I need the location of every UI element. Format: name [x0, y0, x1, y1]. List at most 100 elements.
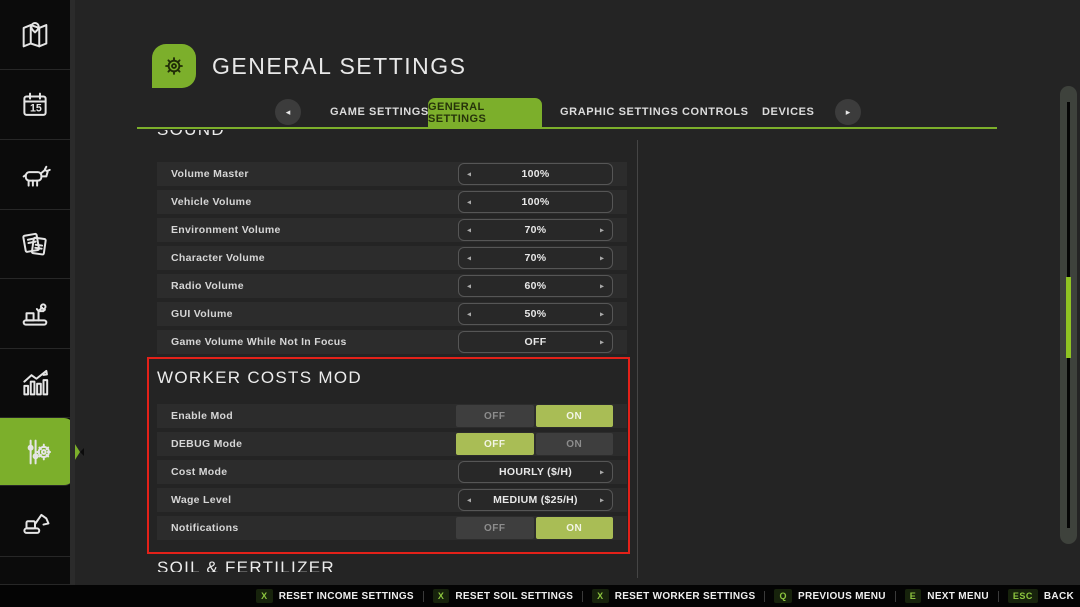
enable-mod-off-button[interactable]: OFF	[456, 405, 534, 427]
key-badge: ESC	[1008, 589, 1038, 603]
sidebar-item-contracts[interactable]	[0, 210, 70, 279]
tabs-next-button[interactable]: ▸	[835, 99, 861, 125]
section-title-soil-fertilizer: SOIL & FERTILIZER	[157, 558, 335, 572]
environment-volume-stepper[interactable]: ◂ 70% ▸	[458, 219, 613, 241]
tab-underline	[137, 127, 997, 129]
stepper-increase-icon[interactable]: ▸	[600, 226, 604, 235]
stepper-decrease-icon[interactable]: ◂	[467, 226, 471, 235]
statistics-icon	[18, 366, 52, 400]
debug-mode-toggle: OFF ON	[456, 433, 613, 455]
sidebar-item-settings[interactable]	[0, 418, 74, 486]
page-scrollbar[interactable]	[1060, 86, 1077, 544]
hint-separator	[998, 591, 999, 602]
settings-scroll-area[interactable]: SOUND Volume Master ◂ 100% Vehicle Volum…	[145, 130, 642, 572]
tab-controls[interactable]: CONTROLS	[682, 106, 749, 118]
chevron-left-icon: ◂	[286, 107, 291, 118]
calendar-icon: 15	[18, 88, 52, 122]
stepper-increase-icon[interactable]: ▸	[600, 338, 604, 347]
stepper-value: OFF	[525, 336, 547, 348]
sidebar-item-construction[interactable]	[0, 488, 70, 557]
active-item-notch	[80, 448, 84, 456]
radio-volume-stepper[interactable]: ◂ 60% ▸	[458, 275, 613, 297]
setting-label: Radio Volume	[171, 280, 244, 292]
production-icon	[18, 297, 52, 331]
setting-row-notifications: Notifications OFF ON	[157, 516, 627, 540]
hint-label: BACK	[1044, 591, 1074, 602]
notifications-toggle: OFF ON	[456, 517, 613, 539]
setting-row-vehicle-volume: Vehicle Volume ◂ 100%	[157, 190, 627, 214]
notifications-on-button[interactable]: ON	[536, 517, 614, 539]
stepper-increase-icon[interactable]: ▸	[600, 468, 604, 477]
hint-next-menu[interactable]: E NEXT MENU	[905, 589, 989, 603]
stepper-decrease-icon[interactable]: ◂	[467, 254, 471, 263]
stepper-increase-icon[interactable]: ▸	[600, 282, 604, 291]
stepper-decrease-icon[interactable]: ◂	[467, 198, 471, 207]
game-volume-focus-stepper[interactable]: OFF ▸	[458, 331, 613, 353]
stepper-decrease-icon[interactable]: ◂	[467, 496, 471, 505]
section-title-worker-costs-mod: WORKER COSTS MOD	[157, 368, 362, 388]
debug-mode-off-button[interactable]: OFF	[456, 433, 534, 455]
cost-mode-stepper[interactable]: HOURLY ($/H) ▸	[458, 461, 613, 483]
tab-devices[interactable]: DEVICES	[762, 106, 815, 118]
stepper-increase-icon[interactable]: ▸	[600, 310, 604, 319]
setting-label: Wage Level	[171, 494, 231, 506]
gui-volume-stepper[interactable]: ◂ 50% ▸	[458, 303, 613, 325]
tab-general-settings[interactable]: GENERAL SETTINGS	[428, 98, 542, 128]
tab-game-settings[interactable]: GAME SETTINGS	[330, 106, 429, 118]
excavator-icon	[18, 505, 52, 539]
setting-row-environment-volume: Environment Volume ◂ 70% ▸	[157, 218, 627, 242]
tabs-prev-button[interactable]: ◂	[275, 99, 301, 125]
page-icon-bubble	[152, 44, 196, 88]
documents-icon	[18, 227, 52, 261]
sidebar-item-partial[interactable]	[0, 557, 70, 585]
stepper-value: 60%	[525, 280, 547, 292]
setting-label: Notifications	[171, 522, 238, 534]
stepper-increase-icon[interactable]: ▸	[600, 496, 604, 505]
stepper-decrease-icon[interactable]: ◂	[467, 170, 471, 179]
setting-row-enable-mod: Enable Mod OFF ON	[157, 404, 627, 428]
stepper-decrease-icon[interactable]: ◂	[467, 282, 471, 291]
stepper-value: 70%	[525, 224, 547, 236]
hint-separator	[895, 591, 896, 602]
content-scrollbar-track[interactable]	[637, 140, 638, 578]
setting-label: Enable Mod	[171, 410, 233, 422]
stepper-decrease-icon[interactable]: ◂	[467, 310, 471, 319]
stepper-value: 100%	[521, 168, 549, 180]
sidebar-item-production[interactable]	[0, 279, 70, 349]
sidebar-item-map[interactable]	[0, 0, 70, 70]
scrollbar-thumb[interactable]	[1066, 277, 1071, 358]
sidebar: 15	[0, 0, 70, 585]
vehicle-volume-stepper[interactable]: ◂ 100%	[458, 191, 613, 213]
hint-reset-income-settings[interactable]: X RESET INCOME SETTINGS	[256, 589, 414, 603]
stepper-increase-icon[interactable]: ▸	[600, 254, 604, 263]
tab-graphic-settings[interactable]: GRAPHIC SETTINGS	[560, 106, 678, 118]
setting-label: Vehicle Volume	[171, 196, 251, 208]
hint-label: RESET WORKER SETTINGS	[615, 591, 756, 602]
debug-mode-on-button[interactable]: ON	[536, 433, 614, 455]
settings-sliders-icon	[20, 435, 54, 469]
sidebar-item-calendar[interactable]: 15	[0, 70, 70, 140]
notifications-off-button[interactable]: OFF	[456, 517, 534, 539]
sidebar-item-statistics[interactable]	[0, 349, 70, 418]
calendar-day: 15	[30, 102, 42, 114]
wage-level-stepper[interactable]: ◂ MEDIUM ($25/H) ▸	[458, 489, 613, 511]
hint-label: RESET INCOME SETTINGS	[279, 591, 414, 602]
setting-label: Character Volume	[171, 252, 265, 264]
character-volume-stepper[interactable]: ◂ 70% ▸	[458, 247, 613, 269]
enable-mod-on-button[interactable]: ON	[536, 405, 614, 427]
hint-previous-menu[interactable]: Q PREVIOUS MENU	[774, 589, 885, 603]
sidebar-item-animals[interactable]	[0, 140, 70, 210]
hint-back[interactable]: ESC BACK	[1008, 589, 1074, 603]
setting-row-volume-master: Volume Master ◂ 100%	[157, 162, 627, 186]
hint-reset-worker-settings[interactable]: X RESET WORKER SETTINGS	[592, 589, 755, 603]
stepper-value: HOURLY ($/H)	[499, 466, 572, 478]
volume-master-stepper[interactable]: ◂ 100%	[458, 163, 613, 185]
section-title-sound: SOUND	[157, 130, 225, 140]
hint-reset-soil-settings[interactable]: X RESET SOIL SETTINGS	[433, 589, 573, 603]
key-badge: X	[592, 589, 609, 603]
chevron-right-icon: ▸	[846, 107, 851, 118]
setting-row-character-volume: Character Volume ◂ 70% ▸	[157, 246, 627, 270]
key-badge: X	[256, 589, 273, 603]
key-badge: X	[433, 589, 450, 603]
setting-label: Game Volume While Not In Focus	[171, 336, 347, 348]
